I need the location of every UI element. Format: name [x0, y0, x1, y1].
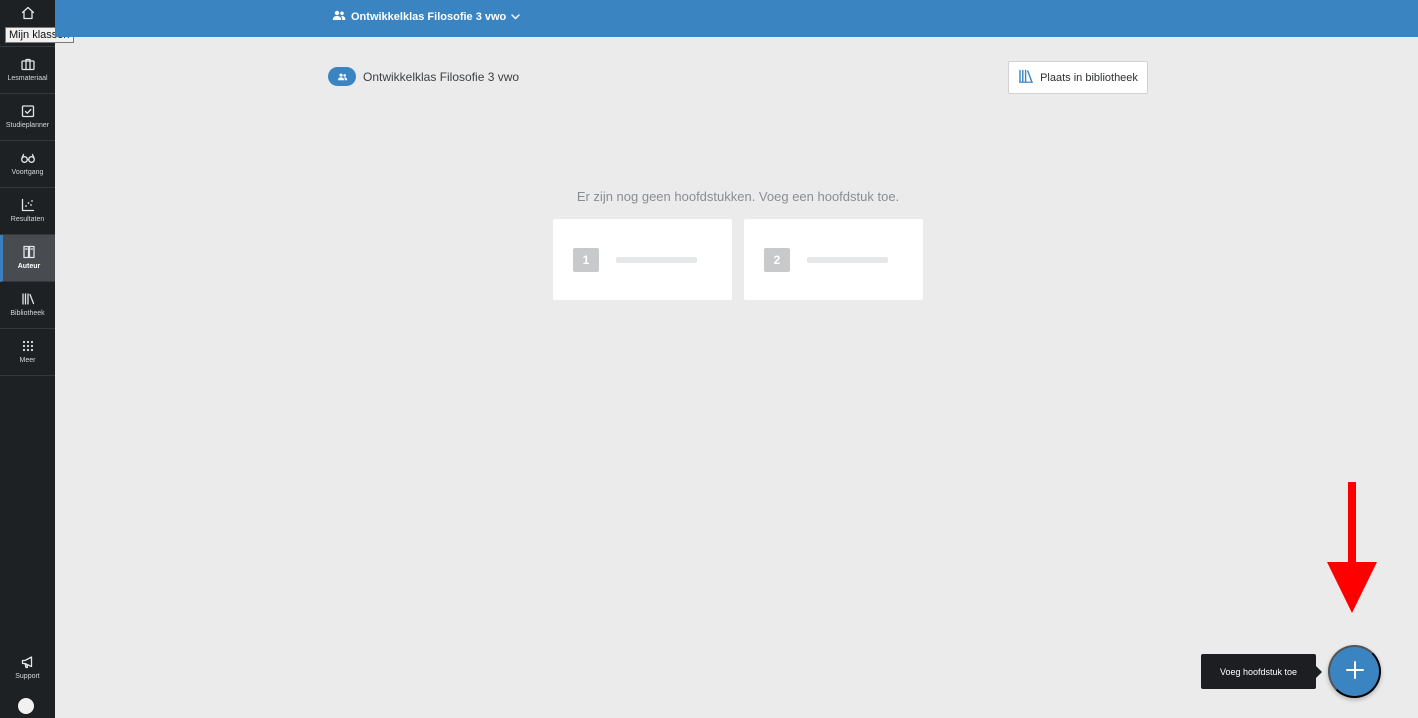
breadcrumb: Ontwikkelklas Filosofie 3 vwo [328, 67, 519, 86]
class-badge [328, 67, 356, 86]
sidebar-item-label: Resultaten [10, 216, 45, 223]
add-chapter-button[interactable] [1328, 645, 1381, 698]
sidebar-item-label: Bibliotheek [10, 310, 45, 317]
users-icon [332, 10, 346, 24]
sidebar-item-label: Support [15, 673, 40, 680]
sidebar-item-label: Lesmateriaal [7, 75, 48, 82]
red-arrow-annotation [1327, 482, 1377, 613]
sidebar-item-label: Meer [19, 357, 36, 364]
sidebar-item-voortgang[interactable]: Voortgang [0, 141, 55, 188]
sidebar-item-label: Auteur [17, 263, 41, 270]
users-icon [337, 68, 348, 86]
glasses-icon [20, 150, 36, 166]
author-book-icon [21, 244, 37, 260]
sidebar-item-resultaten[interactable]: Resultaten [0, 188, 55, 235]
megaphone-icon [20, 654, 36, 670]
class-selector[interactable]: Ontwikkelklas Filosofie 3 vwo [332, 10, 520, 24]
placeholder-line [807, 257, 888, 263]
place-in-library-button[interactable]: Plaats in bibliotheek [1008, 61, 1148, 94]
sidebar-item-lesmateriaal[interactable]: Lesmateriaal [0, 47, 55, 94]
sidebar-item-support[interactable]: Support [0, 645, 55, 685]
placeholder-number: 1 [573, 248, 599, 272]
chapter-placeholder-card: 1 [553, 219, 732, 300]
calendar-check-icon [20, 103, 36, 119]
grid-dots-icon [20, 338, 36, 354]
home-icon [20, 5, 36, 21]
plus-icon [1345, 660, 1365, 683]
sidebar-item-meer[interactable]: Meer [0, 329, 55, 376]
library-icon [1018, 69, 1034, 86]
chapter-placeholder-card: 2 [744, 219, 923, 300]
chevron-down-icon [511, 11, 520, 23]
sidebar: Lesmateriaal Studieplanner Voortgang Res… [0, 0, 55, 718]
sidebar-item-studieplanner[interactable]: Studieplanner [0, 94, 55, 141]
avatar[interactable] [18, 698, 34, 714]
sidebar-item-bibliotheek[interactable]: Bibliotheek [0, 282, 55, 329]
add-chapter-tooltip: Voeg hoofdstuk toe [1201, 654, 1322, 689]
chart-scatter-icon [20, 197, 36, 213]
class-selector-label: Ontwikkelklas Filosofie 3 vwo [351, 11, 507, 23]
placeholder-line [616, 257, 697, 263]
placeholder-number: 2 [764, 248, 790, 272]
sidebar-item-label: Studieplanner [5, 122, 50, 129]
topbar: Ontwikkelklas Filosofie 3 vwo [55, 0, 1418, 37]
sidebar-item-auteur[interactable]: Auteur [0, 235, 55, 282]
sidebar-item-label: Voortgang [11, 169, 44, 176]
page-title: Ontwikkelklas Filosofie 3 vwo [363, 69, 520, 84]
empty-state-message: Er zijn nog geen hoofdstukken. Voeg een … [576, 189, 900, 204]
library-icon [20, 291, 36, 307]
briefcase-icon [20, 56, 36, 72]
place-in-library-label: Plaats in bibliotheek [1040, 71, 1138, 84]
